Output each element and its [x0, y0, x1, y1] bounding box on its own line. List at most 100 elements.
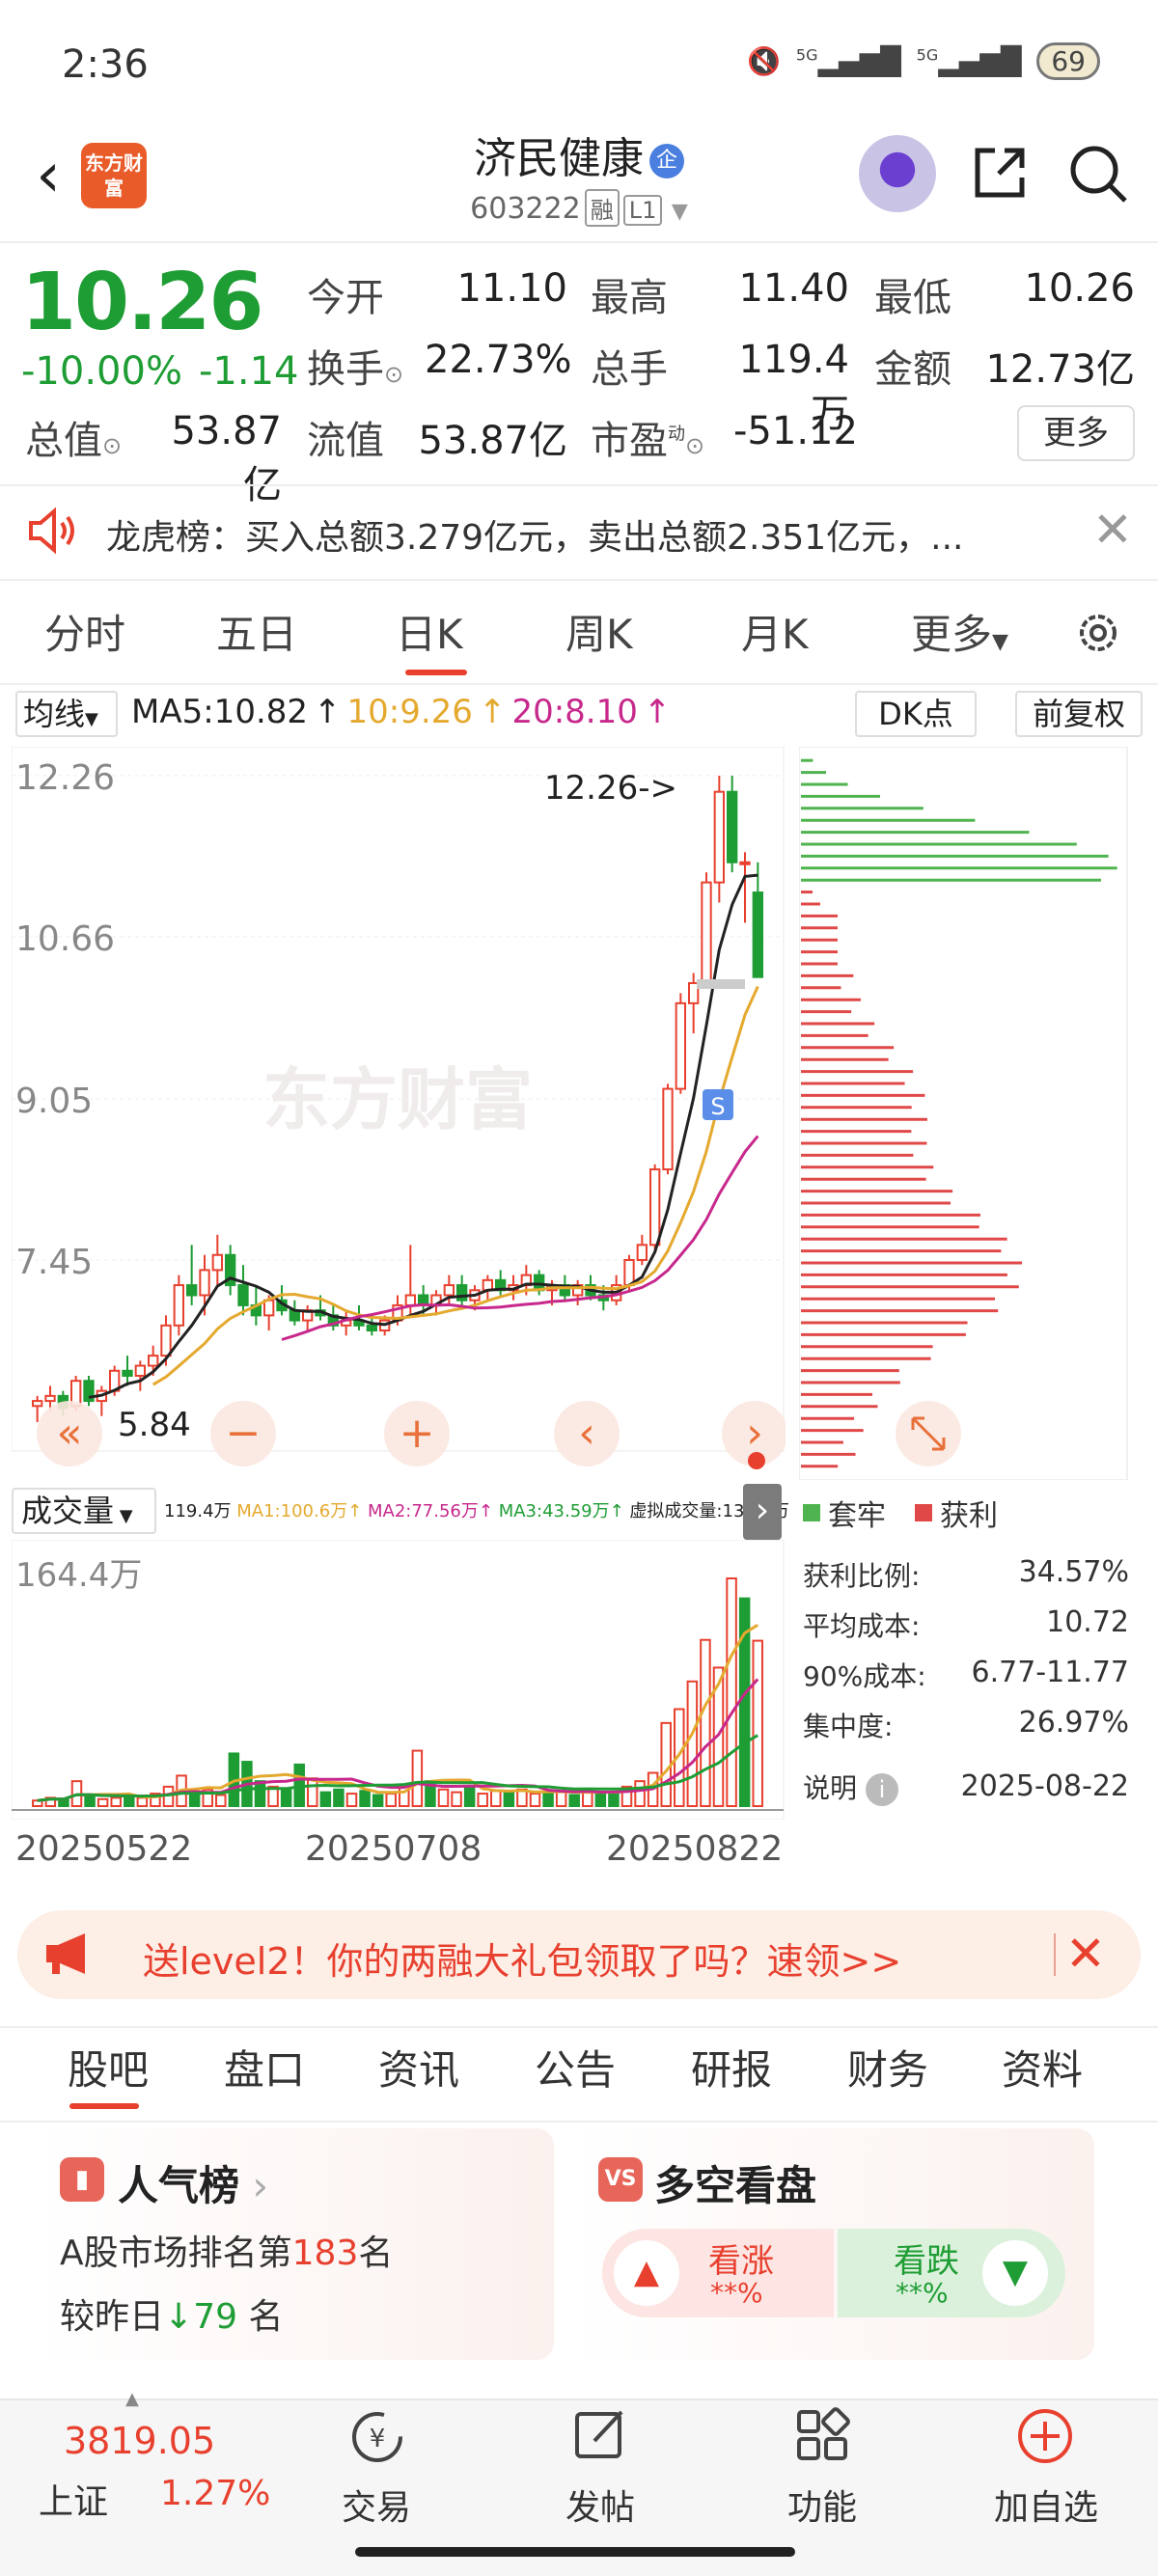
adjust-button[interactable]: 前复权: [1015, 691, 1143, 737]
max-price-label: 12.26->: [544, 769, 677, 808]
volume-chart[interactable]: 164.4万: [12, 1540, 786, 1820]
low-value: 10.26: [1024, 266, 1135, 311]
candle-body: [263, 1299, 275, 1317]
nav-functions[interactable]: 功能: [745, 2480, 899, 2530]
add-circle-icon: [1018, 2409, 1072, 2463]
pe-label: 市盈动⊙: [591, 419, 705, 463]
high-value: 11.40: [738, 266, 849, 311]
note-link[interactable]: 说明 i: [803, 1768, 898, 1806]
index-value[interactable]: 3819.05: [64, 2420, 215, 2462]
chevron-right-icon[interactable]: ›: [743, 1484, 782, 1540]
more-button[interactable]: 更多: [1017, 405, 1135, 461]
volume-select[interactable]: 成交量 ▼: [12, 1488, 156, 1534]
tab-intraday[interactable]: 分时: [44, 602, 125, 661]
tab-daily-k[interactable]: 日K: [396, 602, 463, 661]
tab-more[interactable]: 更多▼: [911, 602, 1008, 661]
double-left-icon[interactable]: «: [37, 1401, 102, 1466]
tab-guba[interactable]: 股吧: [68, 2038, 149, 2096]
chevron-left-icon[interactable]: ‹: [554, 1401, 620, 1466]
status-bar: 2:36 🔇 5G▂▄▆█ 5G▂▄▆█ 69: [0, 0, 1158, 135]
nav-post[interactable]: 发帖: [523, 2480, 677, 2530]
assistant-avatar-icon[interactable]: [859, 135, 936, 212]
indicator-select[interactable]: 均线▼: [15, 691, 118, 737]
candle-body: [404, 1294, 416, 1306]
close-icon[interactable]: ✕: [1065, 1926, 1106, 1982]
arrow-up-icon: ↑: [314, 693, 342, 731]
promo-text[interactable]: 送level2！你的两融大礼包领取了吗？速领>>: [143, 1932, 901, 1985]
volume-bar: [124, 1795, 135, 1807]
zoom-out-icon[interactable]: −: [210, 1401, 276, 1466]
tab-monthly-k[interactable]: 月K: [741, 602, 809, 661]
index-percent[interactable]: 1.27%: [160, 2474, 270, 2513]
current-price: 10.26: [21, 257, 263, 348]
kline-chart[interactable]: 12.26 10.66 9.05 7.45 东方财富 12.26-> 5.84 S « − + ‹ ›: [12, 747, 786, 1480]
signal-icon: 5G▂▄▆█: [795, 45, 901, 77]
tab-five-day[interactable]: 五日: [216, 602, 297, 661]
search-icon[interactable]: [1067, 143, 1129, 205]
grid-icon: [797, 2407, 850, 2460]
share-icon[interactable]: [970, 143, 1030, 203]
sell-marker-label: S: [710, 1093, 725, 1120]
caret-up-icon: ▲: [125, 2389, 139, 2409]
turnover-label: 换手⊙: [307, 347, 404, 392]
signal-icon-2: 5G▂▄▆█: [916, 45, 1022, 77]
arrow-up-icon: ↑: [643, 693, 672, 731]
high-label: 最高: [591, 276, 668, 320]
candle-body: [186, 1284, 198, 1297]
chip-distribution-chart: [799, 747, 1128, 1480]
candle-body: [134, 1364, 147, 1377]
zoom-in-icon-glyph: +: [400, 1409, 435, 1458]
tab-news[interactable]: 资讯: [378, 2038, 459, 2096]
tab-weekly-k[interactable]: 周K: [565, 602, 633, 661]
amount-label: 金额: [874, 347, 951, 392]
candle-body: [237, 1284, 249, 1306]
ma20-value: 20:8.10: [511, 693, 638, 731]
news-text[interactable]: 龙虎榜：买入总额3.279亿元，卖出总额2.351亿元，...: [106, 509, 963, 560]
tab-finance[interactable]: 财务: [847, 2038, 928, 2096]
tab-pankou[interactable]: 盘口: [224, 2038, 305, 2096]
close-icon[interactable]: ✕: [1092, 502, 1133, 558]
battery-icon: 69: [1036, 42, 1100, 80]
volume-bar: [345, 1793, 358, 1807]
volume-bar: [686, 1680, 699, 1807]
stat-label: 90%成本:: [803, 1660, 926, 1692]
candle-body: [456, 1284, 468, 1302]
zoom-in-icon[interactable]: +: [384, 1401, 450, 1466]
note-date: 2025-08-22: [960, 1769, 1129, 1803]
triangle-up-icon: ▲: [614, 2240, 679, 2306]
date-label: 20250708: [305, 1829, 482, 1869]
megaphone-icon: [46, 1933, 85, 1974]
tab-profile[interactable]: 资料: [1002, 2038, 1083, 2096]
volume-bar: [136, 1796, 149, 1808]
ma10-value: 10:9.26: [346, 693, 473, 731]
bullish-value: **%: [710, 2277, 763, 2309]
chevron-down-icon: ▼: [992, 630, 1008, 654]
arrow-up-icon: ↑: [478, 693, 507, 731]
amount-value: 12.73亿: [985, 347, 1135, 392]
level-tag: L1: [622, 195, 663, 226]
index-name[interactable]: 上证: [39, 2474, 108, 2524]
volume-bar: [372, 1794, 384, 1807]
volume-bar: [385, 1793, 397, 1807]
candle-body: [148, 1355, 159, 1367]
volume-bar: [110, 1796, 122, 1808]
stat-label: 获利比例:: [803, 1560, 921, 1592]
nav-add-watchlist[interactable]: 加自选: [969, 2480, 1123, 2530]
chevron-left-icon-glyph: ‹: [578, 1409, 595, 1458]
candle-body: [752, 891, 764, 978]
expand-icon[interactable]: [896, 1401, 961, 1466]
nav-trade[interactable]: 交易: [299, 2480, 454, 2530]
candle-body: [739, 861, 751, 865]
info-icon: i: [865, 1773, 898, 1806]
dk-point-button[interactable]: DK点: [855, 691, 977, 737]
total-cap-label: 总值⊙: [25, 419, 123, 463]
candle-body: [675, 1001, 687, 1090]
tab-announcements[interactable]: 公告: [535, 2038, 616, 2096]
distribution-legend: 套牢 获利: [803, 1492, 998, 1534]
gear-icon[interactable]: [1073, 608, 1123, 658]
tab-research[interactable]: 研报: [691, 2038, 772, 2096]
float-cap-label: 流值: [307, 419, 384, 463]
mute-icon: 🔇: [747, 45, 781, 77]
date-label: 20250522: [15, 1829, 193, 1869]
stat-value: 26.97%: [1018, 1706, 1129, 1740]
